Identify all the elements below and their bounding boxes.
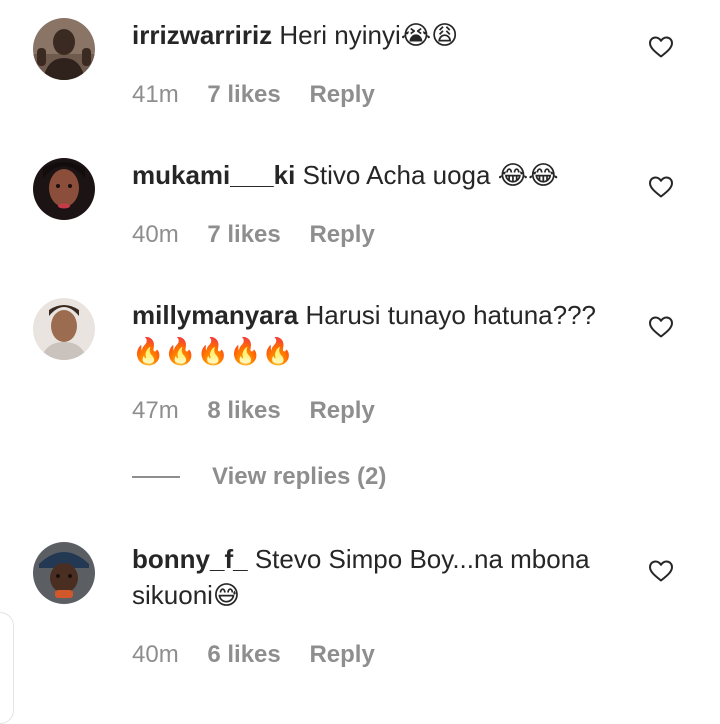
comment-text: Stivo Acha uoga 😂😂	[302, 160, 559, 190]
avatar[interactable]	[33, 158, 95, 220]
avatar[interactable]	[33, 298, 95, 360]
comment-meta: 40m 7 likes Reply	[132, 220, 375, 250]
comment-username[interactable]: bonny_f_	[132, 544, 248, 574]
comment-likes[interactable]: 6 likes	[207, 640, 280, 670]
comment-username[interactable]: irrizwarririz	[132, 20, 272, 50]
view-replies-row: View replies (2)	[132, 462, 386, 492]
comment-likes[interactable]: 8 likes	[207, 396, 280, 426]
reply-button[interactable]: Reply	[309, 640, 374, 670]
comment-meta: 41m 7 likes Reply	[132, 80, 375, 110]
reply-button[interactable]: Reply	[309, 80, 374, 110]
comment-body: mukami___ki Stivo Acha uoga 😂😂	[132, 157, 622, 193]
comment-meta: 47m 8 likes Reply	[132, 396, 375, 426]
comment-body: millymanyara Harusi tunayo hatuna??? 🔥🔥🔥…	[132, 297, 622, 369]
heart-outline-icon[interactable]	[648, 559, 674, 583]
heart-outline-icon[interactable]	[648, 35, 674, 59]
comment-time: 41m	[132, 81, 179, 108]
comment-likes[interactable]: 7 likes	[207, 80, 280, 110]
view-replies-button[interactable]: View replies (2)	[212, 463, 386, 491]
reply-button[interactable]: Reply	[309, 220, 374, 250]
heart-outline-icon[interactable]	[648, 175, 674, 199]
avatar[interactable]	[33, 542, 95, 604]
heart-outline-icon[interactable]	[648, 315, 674, 339]
comment-body: bonny_f_ Stevo Simpo Boy...na mbona siku…	[132, 541, 622, 613]
comment-body: irrizwarririz Heri nyinyi😭😩	[132, 17, 622, 53]
comment-username[interactable]: millymanyara	[132, 300, 298, 330]
comment-time: 40m	[132, 641, 179, 668]
reply-button[interactable]: Reply	[309, 396, 374, 426]
replies-divider	[132, 476, 180, 478]
comment-time: 47m	[132, 397, 179, 424]
comment-text: Heri nyinyi😭😩	[279, 20, 459, 50]
avatar[interactable]	[33, 18, 95, 80]
edge-card	[0, 612, 14, 724]
comment-likes[interactable]: 7 likes	[207, 220, 280, 250]
comment-username[interactable]: mukami___ki	[132, 160, 295, 190]
comment-meta: 40m 6 likes Reply	[132, 640, 375, 670]
comment-time: 40m	[132, 221, 179, 248]
